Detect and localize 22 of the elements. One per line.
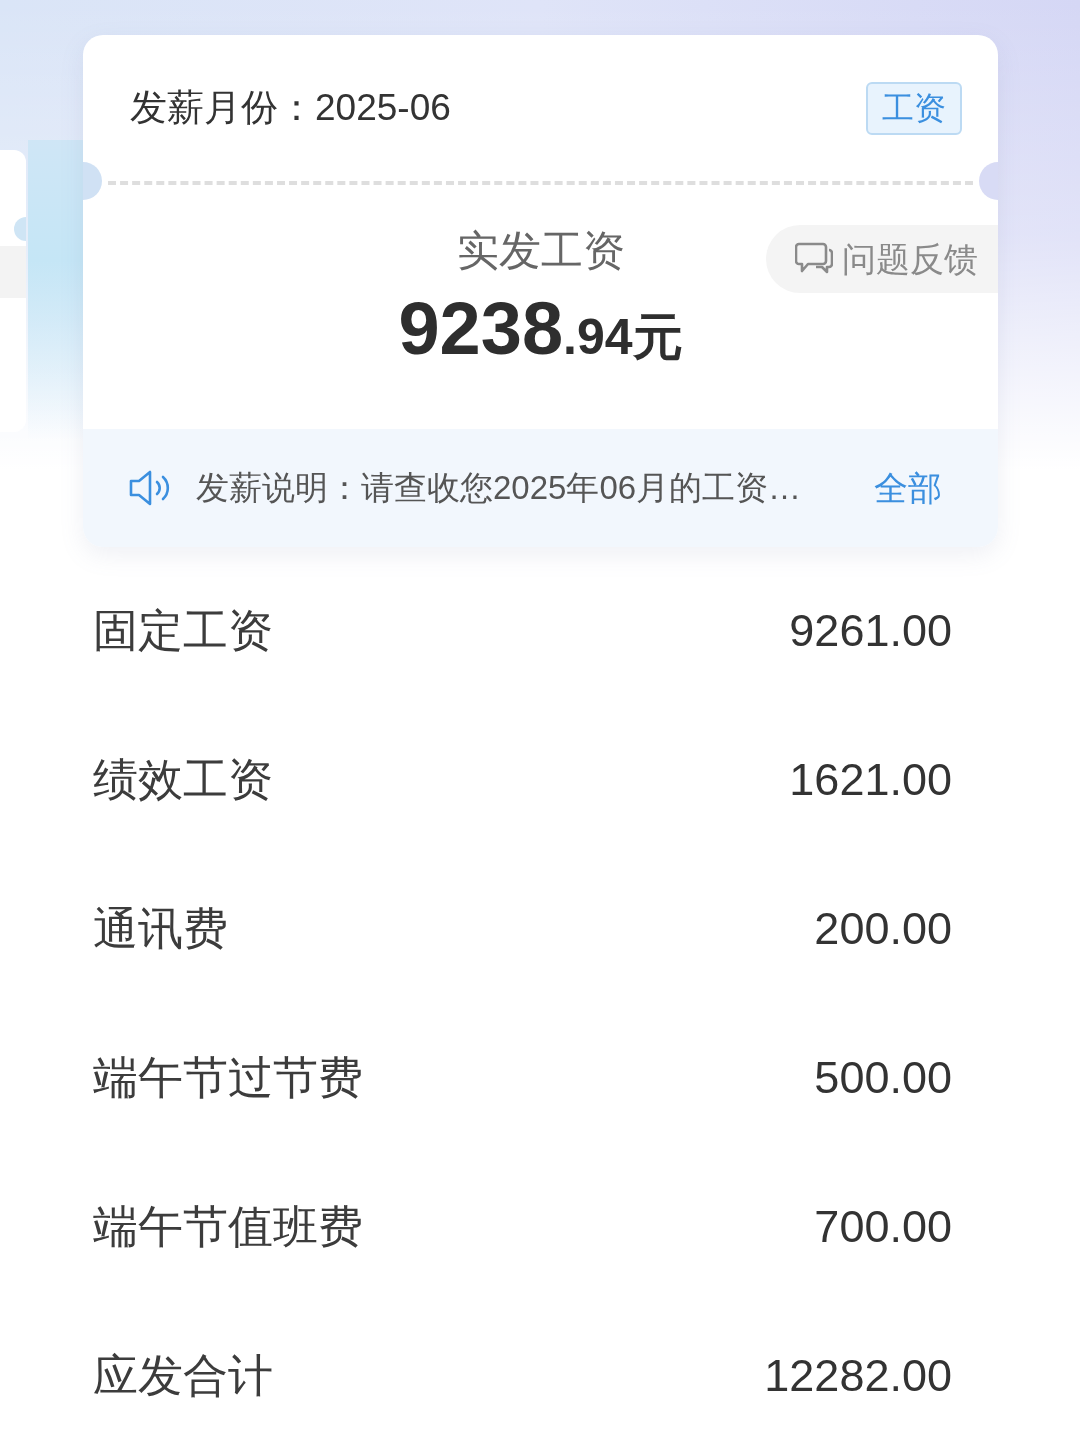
item-value: 700.00 [814,1200,952,1254]
item-value: 9261.00 [789,604,952,658]
item-label: 绩效工资 [93,753,273,807]
ticket-notch [979,162,998,200]
speaker-icon [129,469,171,507]
view-all-link[interactable]: 全部 [874,466,942,510]
item-label: 端午节值班费 [93,1200,363,1254]
category-tag: 工资 [866,81,962,135]
ticket-notch [83,162,102,200]
net-pay-label: 实发工资 [456,226,625,276]
item-value: 200.00 [814,902,952,956]
pay-month: 发薪月份：2025-06 [130,86,451,130]
item-value: 1621.00 [789,753,952,807]
item-label: 固定工资 [93,604,273,658]
feedback-button[interactable]: 问题反馈 [766,225,998,293]
item-value: 500.00 [814,1051,952,1105]
notice-text: 发薪说明：请查收您2025年06月的工资… [196,468,802,508]
item-value: 12282.00 [764,1349,952,1403]
item-label: 应发合计 [93,1349,273,1403]
net-pay-amount: 9238.94元 [398,293,683,365]
item-label: 端午节过节费 [93,1051,363,1105]
item-label: 通讯费 [93,902,228,956]
